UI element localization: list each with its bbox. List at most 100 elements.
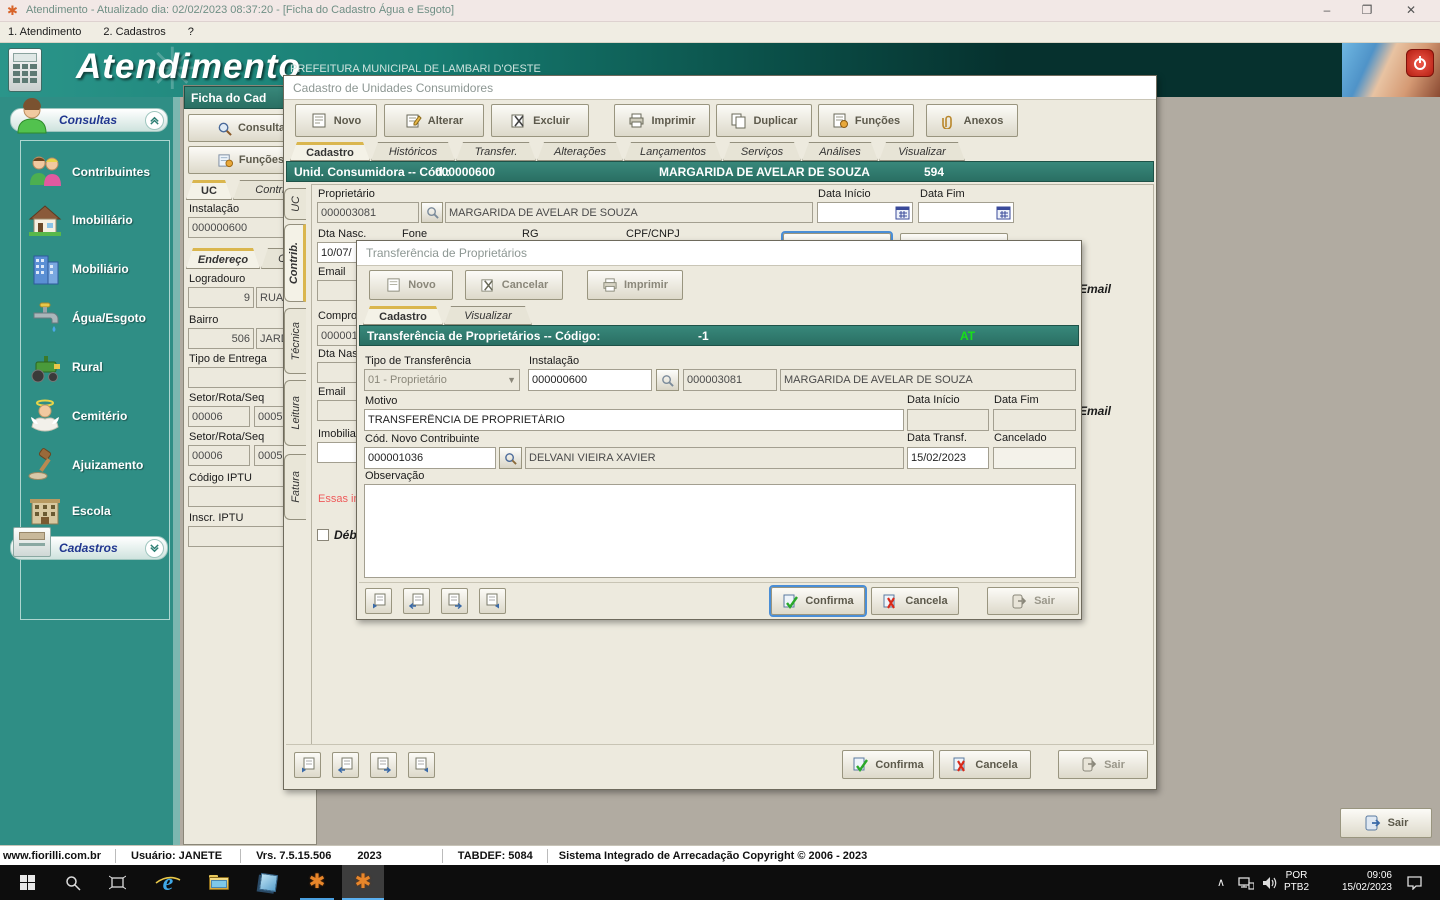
ficha-tab-uc[interactable]: UC <box>186 180 232 200</box>
deb-checkbox[interactable] <box>317 529 329 541</box>
tray-chevron-up-icon[interactable]: ∧ <box>1210 865 1232 900</box>
transfer-tab-cadastro[interactable]: Cadastro <box>363 306 443 325</box>
sidebar-scrollbar[interactable] <box>173 97 180 845</box>
transfer-nav-prev-button[interactable] <box>403 588 430 614</box>
uc-cancela-button[interactable]: Cancela <box>939 750 1031 779</box>
transfer-nav-last-button[interactable] <box>479 588 506 614</box>
notification-center-icon[interactable] <box>1400 865 1428 900</box>
uc-funcoes-button[interactable]: Funções <box>818 104 914 137</box>
menu-cadastros[interactable]: 2. Cadastros <box>103 26 165 38</box>
uc-side-tab-leitura[interactable]: Leitura <box>284 380 306 446</box>
uc-tab-servicos[interactable]: Serviços <box>723 142 801 161</box>
tab-endereco[interactable]: Endereço <box>186 248 260 269</box>
setor2-field-a[interactable]: 00006 <box>188 445 250 466</box>
uc-imprimir-button[interactable]: Imprimir <box>614 104 710 137</box>
proprietario-code-field[interactable]: 000003081 <box>317 202 419 223</box>
bairro-num-field[interactable]: 506 <box>188 328 254 349</box>
transfer-nav-first-button[interactable] <box>365 588 392 614</box>
uc-anexos-button[interactable]: Anexos <box>926 104 1018 137</box>
transfer-dialog-titlebar[interactable]: Transferência de Proprietários <box>357 241 1081 266</box>
data-transf-input[interactable] <box>907 447 989 469</box>
sidebar-item-ajuizamento[interactable]: Ajuizamento <box>26 442 171 488</box>
proprietario-name-field[interactable]: MARGARIDA DE AVELAR DE SOUZA <box>445 202 813 223</box>
maximize-button[interactable]: ❐ <box>1352 3 1382 17</box>
transfer-data-inicio-field[interactable] <box>907 409 989 431</box>
transfer-imprimir-button[interactable]: Imprimir <box>587 270 683 300</box>
uc-duplicar-button[interactable]: Duplicar <box>716 104 812 137</box>
setor1-field-a[interactable]: 00006 <box>188 406 250 427</box>
uc-nav-prev-button[interactable] <box>332 752 359 778</box>
transfer-instalacao-search-button[interactable] <box>656 369 679 391</box>
task-view-icon[interactable] <box>102 865 132 900</box>
menu-help[interactable]: ? <box>188 26 194 38</box>
uc-sair-button[interactable]: Sair <box>1058 750 1148 779</box>
uc-tab-historicos[interactable]: Históricos <box>371 142 455 161</box>
transfer-prop-name-field[interactable]: MARGARIDA DE AVELAR DE SOUZA <box>780 369 1076 391</box>
observacao-textarea[interactable] <box>364 484 1076 578</box>
transfer-cancelar-button[interactable]: Cancelar <box>465 270 563 300</box>
tray-language[interactable]: POR PTB2 <box>1284 870 1309 894</box>
sidebar-item-mobiliario[interactable]: Mobiliário <box>26 246 166 292</box>
uc-excluir-button[interactable]: Excluir <box>491 104 589 137</box>
uc-tab-lancamentos[interactable]: Lançamentos <box>624 142 722 161</box>
menu-atendimento[interactable]: 1. Atendimento <box>8 26 81 38</box>
uc-side-tab-fatura[interactable]: Fatura <box>284 454 306 520</box>
calendar-icon[interactable] <box>895 205 910 220</box>
cancelado-field[interactable] <box>993 447 1076 469</box>
uc-tab-cadastro[interactable]: Cadastro <box>290 142 370 161</box>
uc-nav-first-button[interactable] <box>294 752 321 778</box>
sidebar-item-imobiliario[interactable]: Imobiliário <box>26 197 166 243</box>
uc-confirma-button[interactable]: Confirma <box>842 750 934 779</box>
close-button[interactable]: ✕ <box>1396 3 1426 17</box>
cod-novo-search-button[interactable] <box>499 447 522 469</box>
expand-chevron-down-icon[interactable] <box>145 539 164 558</box>
network-icon[interactable] <box>1234 865 1258 900</box>
sidebar-item-contribuintes[interactable]: Contribuintes <box>26 149 166 195</box>
main-sair-button[interactable]: Sair <box>1340 808 1432 838</box>
internet-explorer-icon[interactable]: e <box>152 865 184 900</box>
transfer-tab-visualizar[interactable]: Visualizar <box>444 306 532 325</box>
novo-contribuinte-name-field[interactable]: DELVANI VIEIRA XAVIER <box>525 447 904 469</box>
transfer-sair-button[interactable]: Sair <box>987 587 1079 615</box>
uc-tab-alteracoes[interactable]: Alterações <box>537 142 623 161</box>
speaker-icon[interactable] <box>1258 865 1282 900</box>
app-fiorilli-1-icon[interactable]: ✱ <box>300 865 334 900</box>
calendar-icon[interactable] <box>996 205 1011 220</box>
file-explorer-icon[interactable] <box>203 865 235 900</box>
uc-data-inicio-field[interactable] <box>817 202 913 223</box>
uc-novo-button[interactable]: Novo <box>295 104 377 137</box>
sidebar-item-cemiterio[interactable]: Cemitério <box>26 393 166 439</box>
transfer-instalacao-input[interactable] <box>528 369 652 391</box>
sidebar-item-agua-esgoto[interactable]: Água/Esgoto <box>26 295 166 341</box>
app-fiorilli-2-icon-active[interactable]: ✱ <box>342 865 384 900</box>
uc-nav-last-button[interactable] <box>408 752 435 778</box>
logradouro-num-field[interactable]: 9 <box>188 287 254 308</box>
transfer-prop-code-field[interactable]: 000003081 <box>683 369 777 391</box>
collapse-chevron-up-icon[interactable] <box>145 111 164 130</box>
uc-dialog-titlebar[interactable]: Cadastro de Unidades Consumidores <box>284 76 1156 100</box>
motivo-input[interactable] <box>364 409 904 431</box>
uc-tab-analises[interactable]: Análises <box>802 142 878 161</box>
uc-tab-transfer[interactable]: Transfer. <box>456 142 536 161</box>
tipo-transferencia-select[interactable]: 01 - Proprietário ▼ <box>364 369 520 391</box>
uc-data-fim-field[interactable] <box>918 202 1014 223</box>
sidebar-item-rural[interactable]: Rural <box>26 344 166 390</box>
transfer-novo-button[interactable]: Novo <box>369 270 453 300</box>
uc-side-tab-tecnica[interactable]: Técnica <box>284 308 306 374</box>
cod-novo-contribuinte-input[interactable] <box>364 447 496 469</box>
minimize-button[interactable]: – <box>1312 3 1342 17</box>
uc-side-tab-contrib[interactable]: Contrib. <box>284 224 306 302</box>
proprietario-search-button[interactable] <box>421 202 443 223</box>
uc-side-tab-uc[interactable]: UC <box>284 188 306 220</box>
taskbar-search-icon[interactable] <box>58 865 88 900</box>
start-button[interactable] <box>10 865 44 900</box>
app-blue-icon[interactable] <box>252 865 284 900</box>
tray-clock[interactable]: 09:06 15/02/2023 <box>1322 870 1392 894</box>
power-button-icon[interactable] <box>1406 49 1434 77</box>
uc-tab-visualizar[interactable]: Visualizar <box>879 142 965 161</box>
transfer-cancela-button[interactable]: Cancela <box>871 587 959 615</box>
transfer-data-fim-field[interactable] <box>993 409 1076 431</box>
uc-alterar-button[interactable]: Alterar <box>384 104 484 137</box>
uc-nav-next-button[interactable] <box>370 752 397 778</box>
transfer-nav-next-button[interactable] <box>441 588 468 614</box>
